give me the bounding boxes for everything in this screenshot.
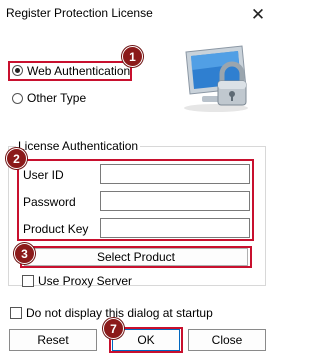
close-button[interactable]: Close [188, 329, 266, 351]
use-proxy-checkbox[interactable] [22, 275, 34, 287]
product-key-field[interactable] [100, 218, 250, 238]
password-label: Password [23, 195, 76, 209]
other-type-label[interactable]: Other Type [27, 91, 86, 105]
password-field[interactable] [100, 191, 250, 211]
product-key-label: Product Key [23, 222, 89, 236]
select-product-button[interactable]: Select Product [24, 248, 248, 266]
badge-7: 7 [103, 318, 124, 339]
license-auth-group-label: License Authentication [16, 139, 141, 153]
user-id-field[interactable] [100, 164, 250, 184]
title-bar: Register Protection License ✕ [0, 0, 275, 32]
use-proxy-label[interactable]: Use Proxy Server [38, 274, 132, 288]
user-id-label: User ID [23, 168, 64, 182]
badge-3: 3 [14, 243, 35, 264]
web-authentication-radio[interactable] [12, 65, 23, 76]
close-icon[interactable]: ✕ [244, 2, 272, 28]
other-type-radio[interactable] [12, 93, 23, 104]
badge-1: 1 [122, 46, 143, 67]
do-not-display-checkbox[interactable] [10, 307, 22, 319]
monitor-padlock-icon [180, 44, 254, 114]
web-authentication-label[interactable]: Web Authentication [27, 64, 130, 78]
reset-button[interactable]: Reset [9, 329, 97, 351]
badge-2: 2 [6, 148, 27, 169]
window-title: Register Protection License [6, 6, 153, 20]
do-not-display-label[interactable]: Do not display this dialog at startup [26, 306, 213, 320]
